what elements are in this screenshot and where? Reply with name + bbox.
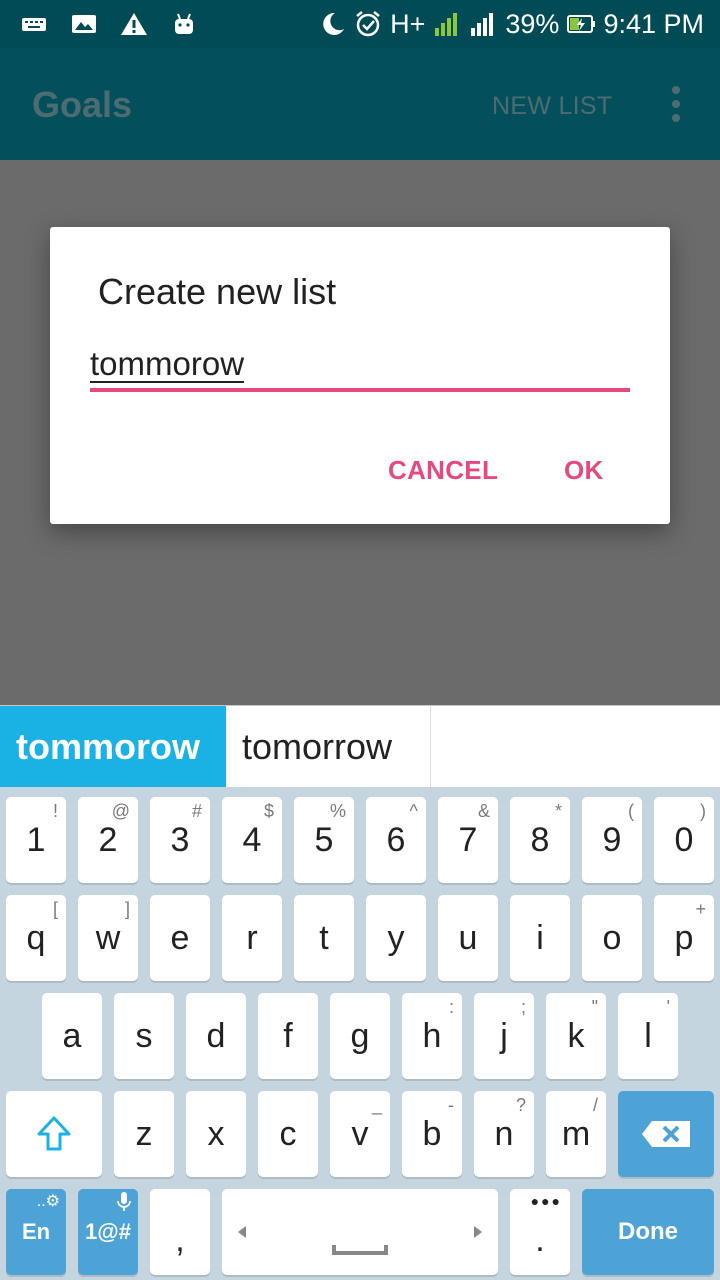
backspace-icon [642, 1121, 690, 1147]
key-l[interactable]: ' l [618, 993, 678, 1079]
more-vert-icon[interactable] [670, 86, 682, 122]
key-u[interactable]: u [438, 895, 498, 981]
key-v[interactable]: _ v [330, 1091, 390, 1177]
key-2[interactable]: @2 [78, 797, 138, 883]
ellipsis-icon: ●●● [530, 1193, 562, 1209]
ok-button[interactable]: OK [564, 455, 604, 486]
key-s[interactable]: s [114, 993, 174, 1079]
backspace-key[interactable] [618, 1091, 714, 1177]
key-a[interactable]: a [42, 993, 102, 1079]
key-y[interactable]: y [366, 895, 426, 981]
key-k[interactable]: " k [546, 993, 606, 1079]
network-type-label: H+ [390, 8, 426, 39]
key-z[interactable]: z [114, 1091, 174, 1177]
key-1[interactable]: ! 1 [6, 797, 66, 883]
image-icon [70, 10, 98, 38]
list-name-input[interactable]: tommorow [90, 345, 630, 393]
create-list-dialog: Create new list tommorow CANCEL OK [50, 227, 670, 524]
language-key[interactable]: ..⚙ En [6, 1189, 66, 1275]
signal-icon [469, 10, 497, 38]
space-icon [238, 1226, 482, 1255]
key-4[interactable]: $4 [222, 797, 282, 883]
key-x[interactable]: x [186, 1091, 246, 1177]
suggestion-item[interactable]: tommorow [0, 706, 226, 787]
key-h[interactable]: :h [402, 993, 462, 1079]
suggestion-bar: tommorow tomorrow [0, 705, 720, 787]
clock: 9:41 PM [603, 8, 704, 39]
keyboard-icon [20, 10, 48, 38]
key-w[interactable]: ] w [78, 895, 138, 981]
mic-icon [116, 1191, 132, 1218]
keyboard: ! 1 @2 #3 $4 % 5 ^ 6 & 7 * 8 (9 ) 0 [q ] w e r … [0, 787, 720, 1280]
android-icon [170, 10, 198, 38]
symbols-key[interactable]: 1@# [78, 1189, 138, 1275]
suggestion-item[interactable]: tomorrow [226, 706, 431, 787]
alarm-icon [354, 10, 382, 38]
key-5[interactable]: % 5 [294, 797, 354, 883]
battery-level: 39% [505, 8, 560, 39]
signal-icon [433, 10, 461, 38]
status-bar-right: H+ 39% 9:41 PM [318, 6, 704, 42]
key-7[interactable]: & 7 [438, 797, 498, 883]
key-0[interactable]: ) 0 [654, 797, 714, 883]
key-3[interactable]: #3 [150, 797, 210, 883]
app-title: Goals [32, 84, 133, 125]
key-f[interactable]: f [258, 993, 318, 1079]
key-q[interactable]: [q [6, 895, 66, 981]
dialog-title: Create new list [98, 271, 337, 312]
shift-key[interactable] [6, 1091, 102, 1177]
key-o[interactable]: o [582, 895, 642, 981]
key-p[interactable]: + p [654, 895, 714, 981]
cancel-button[interactable]: CANCEL [388, 455, 498, 486]
space-key[interactable] [222, 1189, 498, 1275]
key-6[interactable]: ^ 6 [366, 797, 426, 883]
period-key[interactable]: ●●● . [510, 1189, 570, 1275]
status-bar: H+ 39% 9:41 PM [0, 0, 720, 48]
key-j[interactable]: ; j [474, 993, 534, 1079]
key-i[interactable]: i [510, 895, 570, 981]
comma-key[interactable]: , [150, 1189, 210, 1275]
key-b[interactable]: -b [402, 1091, 462, 1177]
list-name-value: tommorow [90, 345, 245, 382]
warning-icon [120, 10, 148, 38]
key-c[interactable]: c [258, 1091, 318, 1177]
key-m[interactable]: / m [546, 1091, 606, 1177]
key-e[interactable]: e [150, 895, 210, 981]
moon-icon [318, 10, 346, 38]
status-bar-left [20, 8, 198, 40]
key-9[interactable]: (9 [582, 797, 642, 883]
input-underline [90, 388, 630, 392]
new-list-button[interactable]: NEW LIST [492, 92, 612, 121]
done-button[interactable]: Done [582, 1189, 714, 1275]
key-t[interactable]: t [294, 895, 354, 981]
key-g[interactable]: g [330, 993, 390, 1079]
key-d[interactable]: d [186, 993, 246, 1079]
key-r[interactable]: r [222, 895, 282, 981]
app-bar: Goals NEW LIST [0, 48, 720, 160]
battery-charging-icon [567, 10, 596, 38]
key-8[interactable]: * 8 [510, 797, 570, 883]
key-n[interactable]: ? n [474, 1091, 534, 1177]
shift-icon [37, 1116, 71, 1151]
gear-icon: ..⚙ [36, 1193, 60, 1210]
